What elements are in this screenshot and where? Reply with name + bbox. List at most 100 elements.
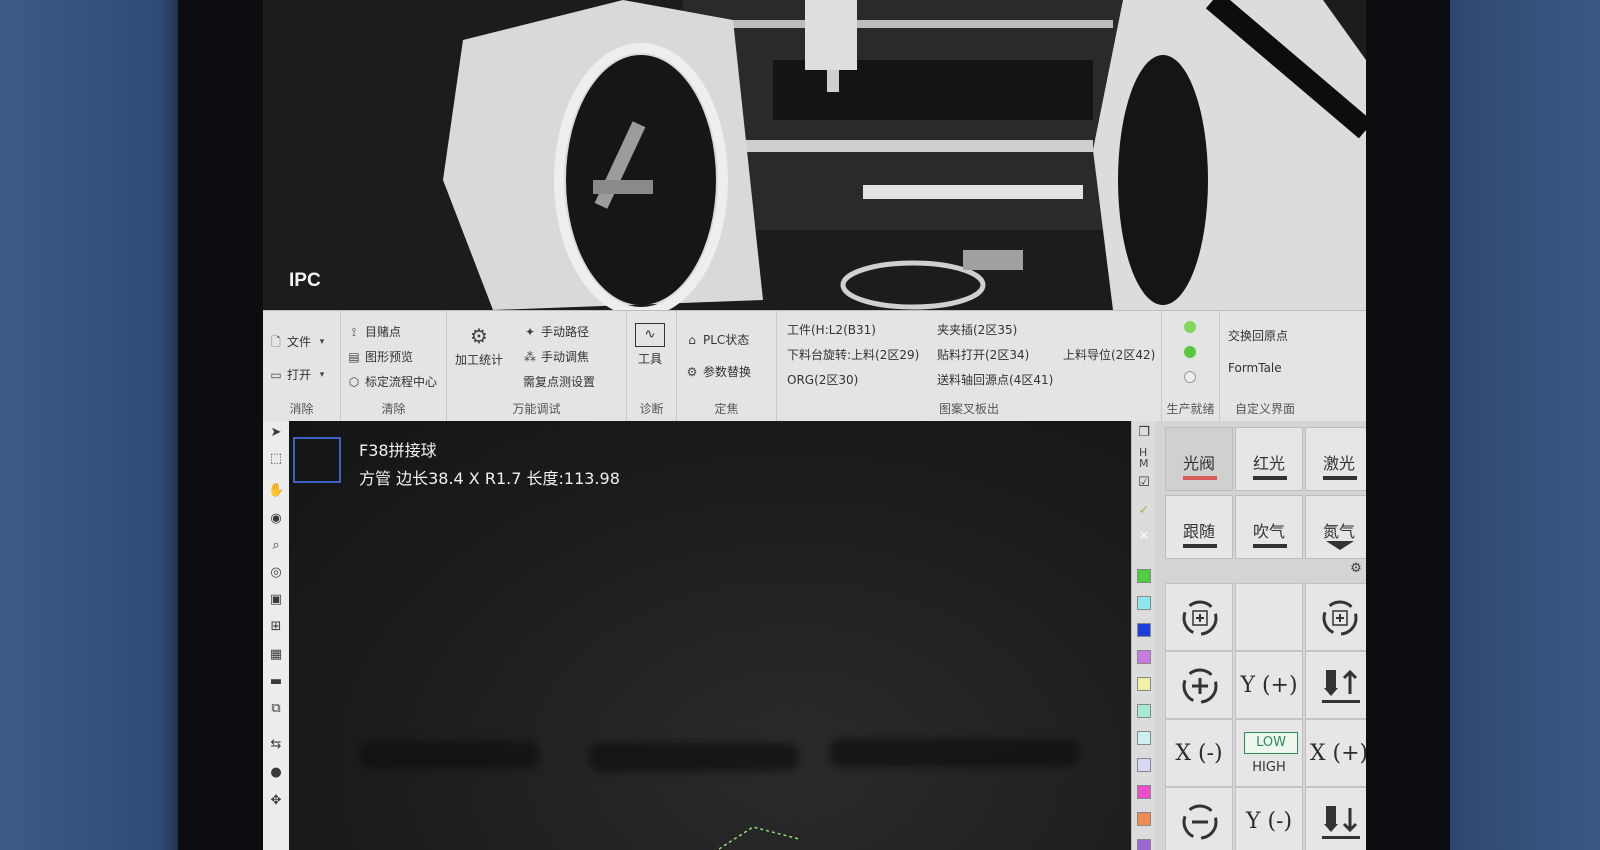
gear-icon[interactable]: ⚙: [1348, 561, 1364, 577]
layer-color-swatch[interactable]: [1137, 650, 1151, 664]
rotate-minus-icon: [1322, 600, 1358, 636]
check-icon[interactable]: ✓: [1136, 503, 1152, 519]
checkbox-icon[interactable]: ☑: [1136, 475, 1152, 491]
io-status-item[interactable]: 下料台旋转:上料(2区29): [787, 346, 919, 363]
frame-icon[interactable]: ▣: [268, 592, 284, 608]
nitrogen-button[interactable]: 氮气: [1305, 495, 1366, 559]
io-status-label: 上料导位(2区42): [1063, 348, 1156, 362]
button-label: 红光: [1252, 454, 1285, 473]
circle-select-icon[interactable]: ◎: [268, 565, 284, 581]
layer-color-swatch[interactable]: [1137, 596, 1151, 610]
part-thumbnail[interactable]: [293, 437, 341, 483]
io-status-label: 夹夹插(2区35): [937, 323, 1018, 337]
film-icon[interactable]: ▬: [268, 674, 284, 690]
cursor-icon[interactable]: ➤: [268, 425, 284, 441]
x-plus-button[interactable]: X (+): [1305, 719, 1366, 787]
select-icon[interactable]: ⬚: [268, 451, 284, 467]
speed-toggle-button[interactable]: LOW HIGH: [1235, 719, 1303, 787]
io-status-item[interactable]: 上料导位(2区42): [1063, 346, 1155, 363]
reflection: [359, 741, 539, 769]
plc-status-button[interactable]: ⌂ PLC状态: [685, 331, 749, 348]
layer-color-swatch[interactable]: [1137, 731, 1151, 745]
ribbon-item-label: 标定流程中心: [365, 375, 438, 389]
ribbon-group-1: 🗋 文件 ▾ ▭ 打开 ▾ 消除: [263, 311, 341, 421]
ribbon-item-manual-focus[interactable]: ⁂ 手动调焦: [523, 348, 589, 365]
head-down-button[interactable]: [1305, 787, 1366, 850]
layer-color-swatch[interactable]: [1137, 569, 1151, 583]
empty-jog-slot: [1235, 583, 1303, 651]
rotate-plus-button[interactable]: [1165, 651, 1233, 719]
ribbon-item-calibration[interactable]: ⬡ 标定流程中心: [347, 373, 437, 390]
head-up-button[interactable]: [1305, 651, 1366, 719]
layers-icon[interactable]: ❐: [1136, 425, 1152, 441]
eye-icon[interactable]: ◉: [268, 511, 284, 527]
io-status-item[interactable]: 送料轴回源点(4区41): [937, 371, 1053, 388]
open-button[interactable]: ▭ 打开 ▾: [269, 366, 329, 383]
file-icon: 🗋: [271, 334, 281, 349]
process-stats-button[interactable]: ⚙ 加工统计: [455, 323, 503, 368]
status-bar: [1323, 476, 1357, 480]
tools-button[interactable]: ∿ 工具: [635, 323, 665, 367]
rotate-plus-icon: [1182, 668, 1218, 704]
formtable-button[interactable]: FormTale: [1228, 361, 1282, 375]
layer-color-swatch[interactable]: [1137, 839, 1151, 850]
rotate-minus-button[interactable]: [1165, 787, 1233, 850]
gear-icon: ⚙: [686, 364, 698, 379]
chevron-down-icon: ▾: [319, 336, 325, 347]
y-minus-button[interactable]: Y (-): [1235, 787, 1303, 850]
align-icon[interactable]: ⊞: [268, 619, 284, 635]
red-light-button[interactable]: 红光: [1235, 427, 1303, 491]
layer-color-swatch[interactable]: [1137, 785, 1151, 799]
ribbon-item-target-point[interactable]: ⟟ 目赌点: [347, 323, 401, 340]
ribbon-item-settings[interactable]: 需复点测设置: [523, 373, 595, 390]
file-menu-button[interactable]: 🗋 文件 ▾: [269, 333, 329, 350]
rotate-cw-plus-button[interactable]: [1165, 583, 1233, 651]
ribbon-group-6: 工件(H:L2(B31) 夹夹插(2区35) 下料台旋转:上料(2区29) 贴料…: [777, 311, 1162, 421]
layer-color-swatch[interactable]: [1137, 623, 1151, 637]
shutter-button[interactable]: 光阀: [1165, 427, 1233, 491]
follow-button[interactable]: 跟随: [1165, 495, 1233, 559]
group-title: 万能调试: [512, 402, 561, 416]
io-status-item[interactable]: ORG(2区30): [787, 371, 858, 388]
hand-icon[interactable]: ✋: [268, 483, 284, 499]
exchange-origin-button[interactable]: 交换回原点: [1228, 327, 1288, 344]
io-status-item[interactable]: 夹夹插(2区35): [937, 321, 1017, 338]
ribbon-item-preview[interactable]: ▤ 图形预览: [347, 348, 413, 365]
drawing-canvas[interactable]: F38拼接球 方管 边长38.4 X R1.7 长度:113.98: [289, 421, 1131, 850]
ribbon-item-label: 手动调焦: [541, 350, 590, 364]
head-down-icon: [1322, 806, 1360, 839]
drop-icon[interactable]: ●: [268, 765, 284, 781]
params-button[interactable]: ⚙ 参数替换: [685, 363, 751, 380]
focus-icon: ⁂: [524, 349, 536, 364]
status-bar: [1253, 476, 1287, 480]
reflection: [589, 743, 799, 771]
io-status-item[interactable]: 贴料打开(2区34): [937, 346, 1029, 363]
x-minus-button[interactable]: X (-): [1165, 719, 1233, 787]
layer-color-swatch[interactable]: [1137, 704, 1151, 718]
ribbon-item-label: 图形预览: [365, 350, 414, 364]
rotate-ccw-plus-button[interactable]: [1305, 583, 1366, 651]
hm-toggle[interactable]: HM: [1139, 447, 1149, 469]
layer-color-swatch[interactable]: [1137, 758, 1151, 772]
swap-icon[interactable]: ⇆: [268, 737, 284, 753]
layer-color-swatch[interactable]: [1137, 677, 1151, 691]
layer-icon[interactable]: ▦: [268, 647, 284, 663]
laser-button[interactable]: 激光: [1305, 427, 1366, 491]
part-outline: [719, 826, 800, 850]
part-description: 方管 边长38.4 X R1.7 长度:113.98: [359, 469, 620, 488]
y-plus-button[interactable]: Y (+): [1235, 651, 1303, 719]
copy-icon[interactable]: ⧉: [268, 701, 284, 717]
camera-scene: [263, 0, 1366, 310]
blow-button[interactable]: 吹气: [1235, 495, 1303, 559]
io-status-item[interactable]: 工件(H:L2(B31): [787, 321, 876, 338]
zoom-icon[interactable]: ⌕: [268, 538, 284, 554]
main-area: ➤ ⬚ ✋ ◉ ⌕ ◎ ▣ ⊞ ▦ ▬ ⧉ ⇆ ● ✥ F38拼接球 方管 边长…: [263, 421, 1366, 850]
layer-color-swatch[interactable]: [1137, 812, 1151, 826]
ribbon-group-4: ∿ 工具 诊断: [627, 311, 677, 421]
button-label: 跟随: [1182, 522, 1215, 541]
close-icon[interactable]: ✕: [1136, 529, 1152, 545]
ribbon-item-manual-path[interactable]: ✦ 手动路径: [523, 323, 589, 340]
pin-icon: ✦: [524, 324, 536, 339]
button-label: 氮气: [1322, 522, 1355, 541]
move-icon[interactable]: ✥: [268, 793, 284, 809]
